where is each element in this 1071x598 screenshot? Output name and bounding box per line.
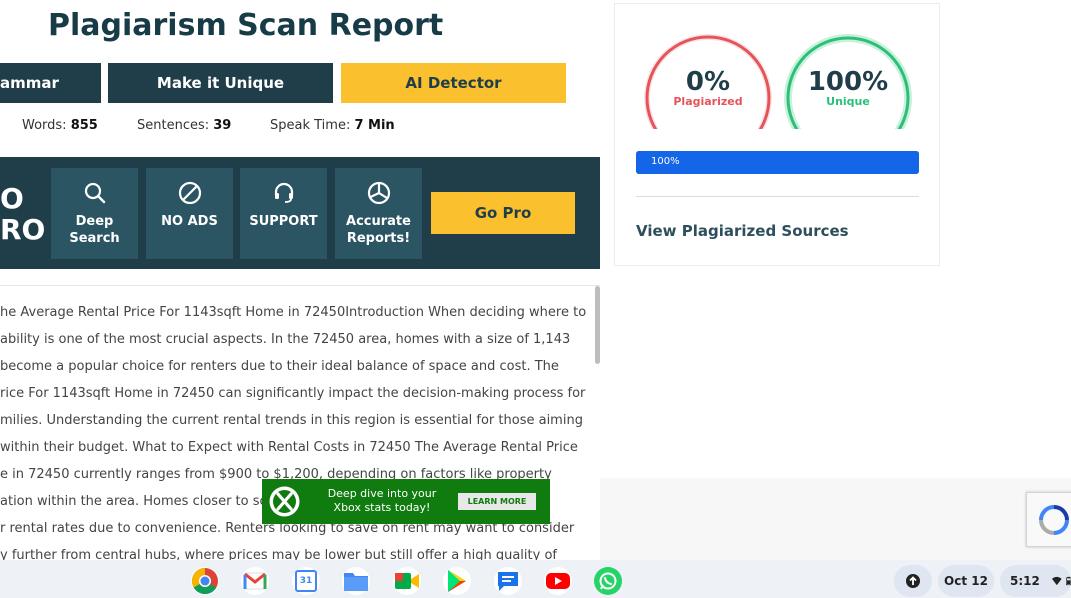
meet-icon[interactable] — [393, 567, 421, 595]
no-ads-icon — [178, 181, 201, 205]
speak-time-label: Speak Time: — [270, 118, 351, 133]
text-line: ability is one of the most crucial aspec… — [0, 332, 571, 347]
word-count: Words: 855 — [22, 118, 98, 133]
uniqueness-progress-bar: 100% — [636, 151, 919, 174]
feature-deep-search[interactable]: Deep Search — [51, 168, 138, 259]
ai-detector-button[interactable]: AI Detector — [341, 63, 566, 103]
xbox-logo-icon — [269, 486, 300, 517]
sentence-count-value: 39 — [213, 118, 232, 133]
text-line: milies. Understanding the current rental… — [0, 413, 583, 428]
recaptcha-badge[interactable] — [1026, 492, 1071, 547]
pro-promo-line2: RO — [0, 213, 46, 246]
page: Plagiarism Scan Report ammar Make it Uni… — [0, 0, 1071, 598]
sentence-count: Sentences: 39 — [137, 118, 231, 133]
word-count-label: Words: — [22, 118, 67, 133]
battery-icon — [1065, 576, 1071, 586]
speak-time-value: 7 Min — [354, 118, 395, 133]
pro-promo-text: O RO — [0, 183, 45, 245]
feature-label: Accurate Reports! — [346, 214, 411, 246]
ad-learn-more-button[interactable]: LEARN MORE — [458, 493, 536, 510]
results-card: 0% Plagiarized 100% Unique 100% View Pla… — [614, 3, 940, 266]
ad-text: Deep dive into your Xbox stats today! — [327, 487, 437, 514]
text-line: become a popular choice for renters due … — [0, 359, 559, 374]
upload-status-button[interactable] — [894, 565, 932, 597]
date-pill[interactable]: Oct 12 — [938, 565, 994, 597]
youtube-logo — [546, 573, 570, 589]
feature-support[interactable]: SUPPORT — [240, 168, 327, 259]
page-title: Plagiarism Scan Report — [48, 8, 444, 43]
plagiarized-percent: 0% — [685, 67, 731, 97]
files-logo — [344, 573, 368, 591]
xbox-ad-banner[interactable]: Deep dive into your Xbox stats today! LE… — [262, 479, 550, 524]
text-line: he Average Rental Price For 1143sqft Hom… — [0, 305, 587, 320]
gmail-icon[interactable] — [241, 567, 269, 595]
unique-gauge: 100% Unique — [782, 32, 914, 129]
divider — [636, 196, 919, 197]
view-plagiarized-sources-link[interactable]: View Plagiarized Sources — [636, 222, 849, 240]
word-count-value: 855 — [70, 118, 98, 133]
messages-icon[interactable] — [494, 567, 522, 595]
sentence-count-label: Sentences: — [137, 118, 210, 133]
upload-arrow-icon — [906, 574, 920, 588]
files-icon[interactable] — [342, 567, 370, 595]
make-unique-button[interactable]: Make it Unique — [108, 63, 333, 103]
pro-promo-line1: O — [0, 182, 24, 215]
youtube-icon[interactable] — [544, 567, 572, 595]
calendar-icon[interactable]: 31 — [292, 567, 320, 595]
play-store-icon[interactable] — [443, 567, 471, 595]
text-line: y further from central hubs, where price… — [0, 548, 557, 560]
pie-chart-icon — [367, 181, 390, 205]
feature-no-ads[interactable]: NO ADS — [146, 168, 233, 259]
grammar-button[interactable]: ammar — [0, 63, 101, 103]
feature-label: Deep Search — [69, 214, 120, 246]
text-line: rice For 1143sqft Home in 72450 can sign… — [0, 386, 586, 401]
recaptcha-icon — [1039, 505, 1069, 535]
text-line: ation within the area. Homes closer to s… — [0, 494, 267, 509]
whatsapp-icon[interactable] — [594, 567, 622, 595]
play-store-logo — [448, 570, 466, 592]
unique-percent: 100% — [807, 67, 889, 97]
messages-logo — [498, 572, 518, 591]
headset-icon — [274, 182, 293, 203]
feature-label: SUPPORT — [249, 214, 318, 229]
chrome-icon[interactable] — [191, 567, 219, 595]
text-line: within their budget. What to Expect with… — [0, 440, 578, 455]
pro-promo-panel: O RO Deep Search NO ADS SUPPORT Accurate… — [0, 157, 600, 269]
plagiarized-label: Plagiarized — [673, 95, 743, 108]
status-tray[interactable]: 5:12 — [1000, 565, 1071, 597]
search-icon — [84, 182, 105, 204]
wifi-icon — [1051, 576, 1062, 586]
chrome-logo — [191, 567, 218, 595]
go-pro-button[interactable]: Go Pro — [431, 192, 575, 234]
unique-label: Unique — [826, 95, 870, 108]
content-background — [600, 478, 1071, 560]
gmail-logo — [243, 572, 267, 590]
text-scrollbar[interactable] — [595, 286, 600, 364]
feature-label: NO ADS — [161, 214, 218, 229]
calendar-day: 31 — [295, 570, 317, 592]
meet-logo — [395, 573, 419, 589]
feature-accurate-reports[interactable]: Accurate Reports! — [335, 168, 422, 259]
whatsapp-logo — [599, 572, 617, 590]
clock-time: 5:12 — [1010, 574, 1040, 588]
speak-time: Speak Time: 7 Min — [270, 118, 395, 133]
plagiarized-gauge: 0% Plagiarized — [642, 32, 774, 129]
progress-label: 100% — [651, 156, 680, 167]
